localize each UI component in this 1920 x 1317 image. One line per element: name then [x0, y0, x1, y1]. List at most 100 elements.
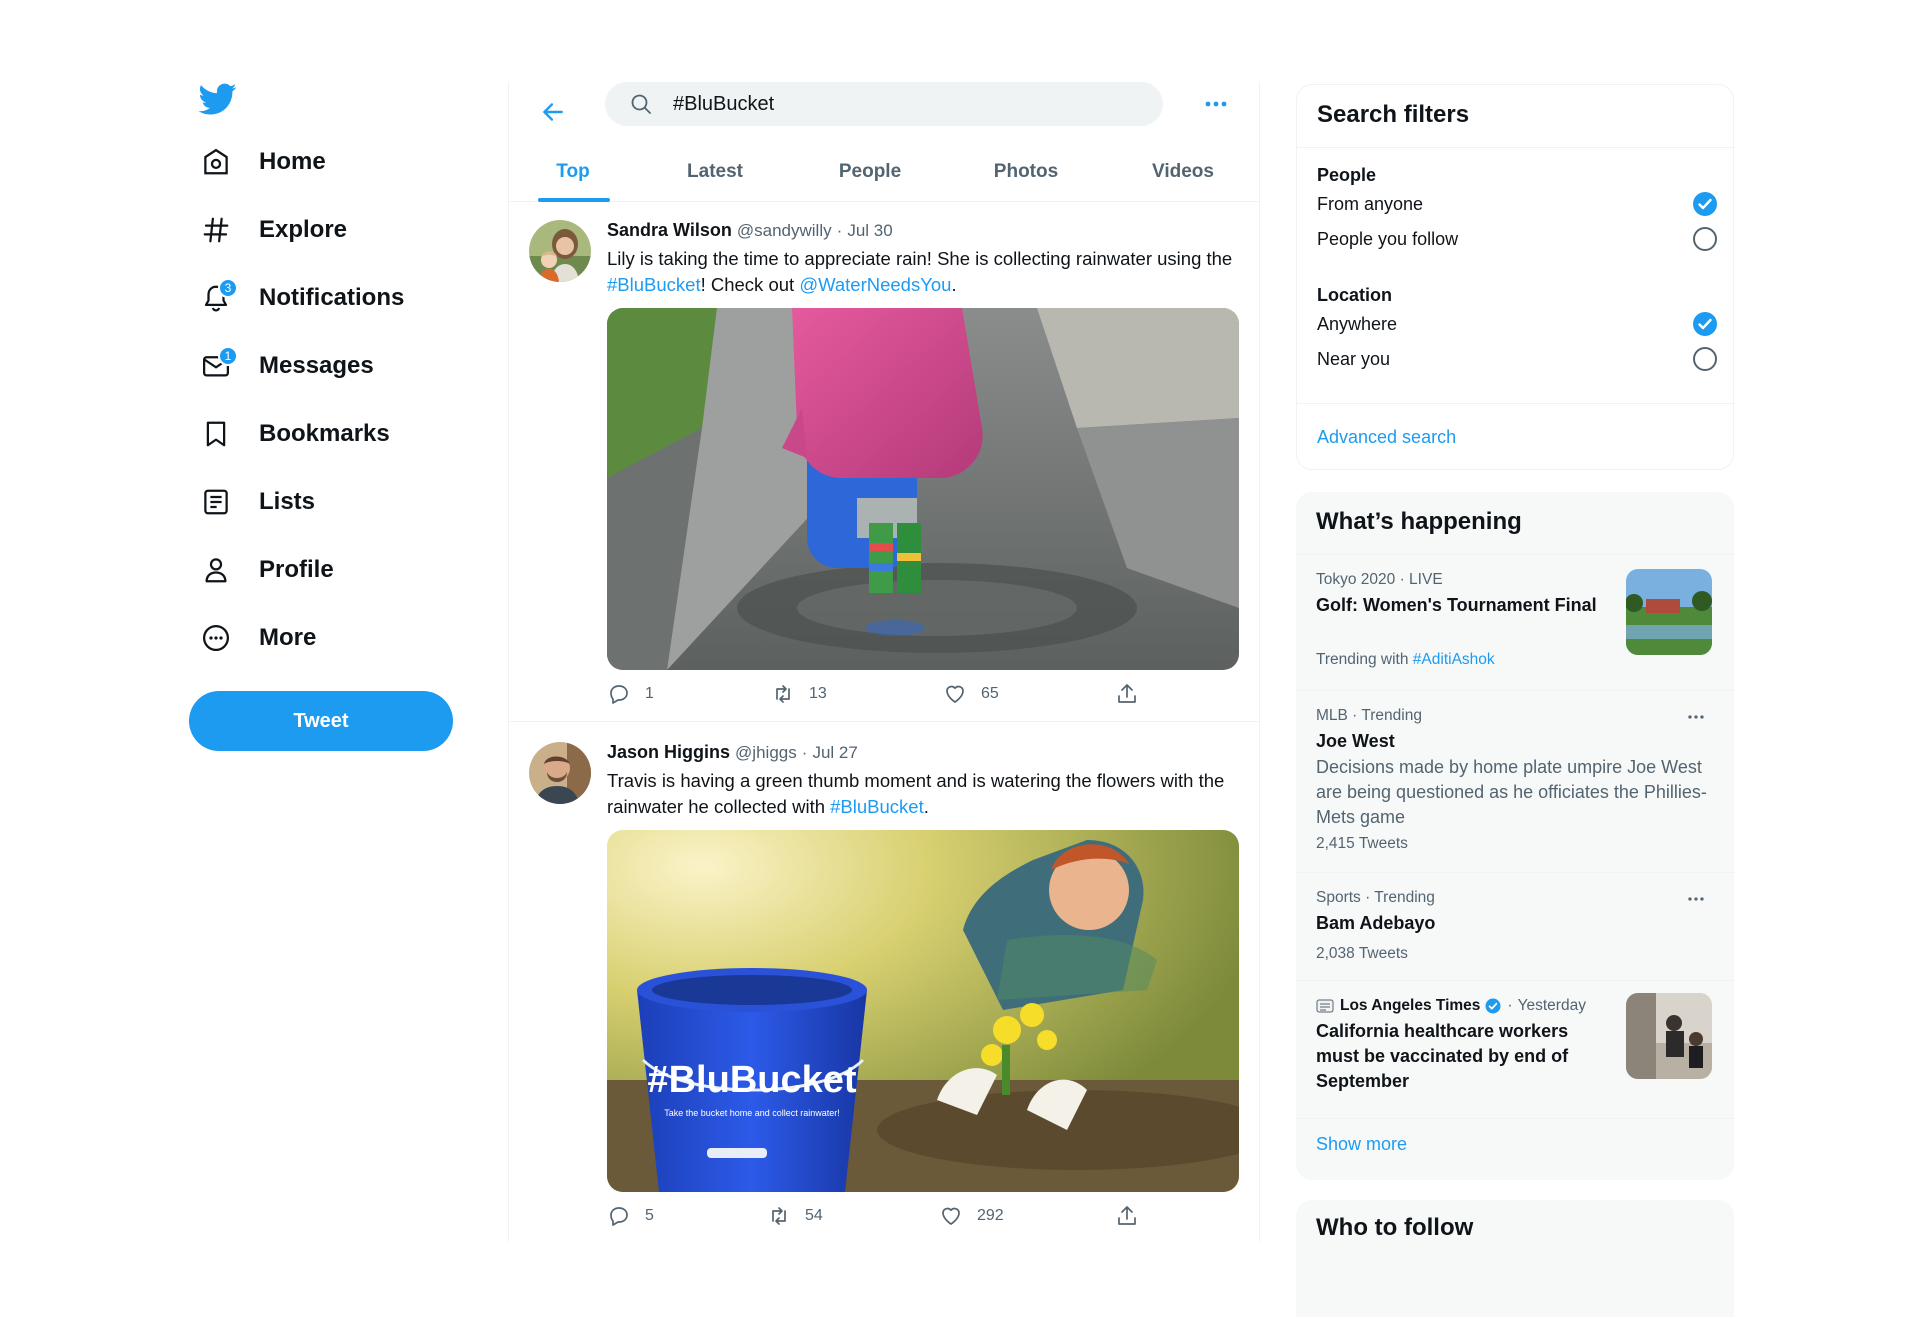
tweet-author-name[interactable]: Sandra Wilson	[607, 220, 732, 240]
trend-title: Bam Adebayo	[1316, 913, 1436, 933]
retweet-button[interactable]: 54	[767, 1202, 823, 1230]
nav-item-messages[interactable]: 1 Messages	[200, 336, 374, 396]
tweet-author-handle[interactable]: @sandywilly	[737, 221, 832, 240]
like-count: 292	[977, 1207, 1004, 1224]
more-circle-icon	[200, 622, 232, 654]
radio-unchecked-icon[interactable]	[1693, 227, 1717, 251]
nav-item-notifications[interactable]: 3 Notifications	[200, 268, 404, 328]
avatar[interactable]	[529, 220, 591, 282]
share-icon	[1118, 684, 1136, 703]
trend-item[interactable]: Tokyo 2020 · LIVE Golf: Women's Tourname…	[1296, 555, 1734, 691]
tweet-card[interactable]: Sandra Wilson @sandywilly · Jul 30 Lily …	[509, 202, 1259, 722]
share-icon	[1118, 1206, 1136, 1225]
hashtag-link[interactable]: #BluBucket	[830, 796, 924, 817]
search-tabs: Top Latest People Photos Videos	[509, 142, 1259, 202]
nav-item-more[interactable]: More	[200, 608, 316, 668]
tweet-text: Travis is having a green thumb moment an…	[607, 768, 1237, 820]
tweet-text-part: ! Check out	[700, 274, 800, 295]
search-bar[interactable]	[605, 82, 1163, 126]
avatar[interactable]	[529, 742, 591, 804]
hashtag-link[interactable]: #BluBucket	[607, 274, 701, 295]
radio-unchecked-icon[interactable]	[1693, 347, 1717, 371]
like-button[interactable]: 65	[943, 680, 999, 708]
filter-option-anywhere[interactable]: Anywhere	[1317, 309, 1717, 339]
mention-link[interactable]: @WaterNeedsYou	[799, 274, 951, 295]
trend-thumbnail[interactable]	[1626, 569, 1712, 655]
trend-hashtag-link[interactable]: #AditiAshok	[1413, 651, 1495, 668]
search-icon	[631, 94, 651, 114]
tweet-author-name[interactable]: Jason Higgins	[607, 742, 730, 762]
nav-item-lists[interactable]: Lists	[200, 472, 315, 532]
divider	[1297, 147, 1733, 148]
tab-latest[interactable]: Latest	[637, 142, 793, 202]
nav-item-home[interactable]: Home	[200, 132, 326, 192]
more-options-icon[interactable]	[1199, 92, 1233, 116]
radio-checked-icon[interactable]	[1693, 312, 1717, 336]
like-count: 65	[981, 685, 999, 702]
tweet-actions: 5 54 292	[607, 1202, 1147, 1230]
tweet-text-part: .	[923, 796, 929, 817]
trend-title: Golf: Women's Tournament Final	[1316, 595, 1597, 615]
who-to-follow-panel: Who to follow	[1296, 1200, 1734, 1317]
tweet-date[interactable]: Jul 30	[847, 221, 892, 240]
tweet-author-handle[interactable]: @jhiggs	[735, 743, 797, 762]
filter-option-people-you-follow[interactable]: People you follow	[1317, 224, 1717, 254]
nav-item-explore[interactable]: Explore	[200, 200, 347, 260]
more-options-icon[interactable]	[1684, 887, 1708, 911]
advanced-search-link[interactable]: Advanced search	[1317, 427, 1456, 448]
filter-section-people: People	[1317, 165, 1377, 185]
news-source-row: Los Angeles Times · Yesterday	[1316, 997, 1586, 1015]
news-item[interactable]: Los Angeles Times · Yesterday California…	[1296, 981, 1734, 1119]
tweet-photo[interactable]: #BluBucket Take the bucket home and coll…	[607, 830, 1239, 1192]
share-button[interactable]	[1115, 1202, 1139, 1230]
tab-photos[interactable]: Photos	[947, 142, 1105, 202]
heart-icon	[942, 1207, 960, 1225]
share-button[interactable]	[1115, 680, 1139, 708]
tweet-date[interactable]: Jul 27	[812, 743, 857, 762]
bookmark-icon	[200, 418, 232, 450]
tweet-text-part: .	[951, 274, 957, 295]
tweet-card[interactable]: Jason Higgins @jhiggs · Jul 27 Travis is…	[509, 722, 1259, 1242]
reply-button[interactable]: 1	[607, 680, 654, 708]
more-options-icon[interactable]	[1684, 705, 1708, 729]
newspaper-icon	[1316, 998, 1334, 1014]
retweet-button[interactable]: 13	[771, 680, 827, 708]
tweet-button[interactable]: Tweet	[189, 691, 453, 751]
person-icon	[200, 554, 232, 586]
search-input[interactable]	[673, 92, 1133, 116]
trend-item[interactable]: Sports · Trending Bam Adebayo 2,038 Twee…	[1296, 873, 1734, 981]
nav-item-profile[interactable]: Profile	[200, 540, 334, 600]
nav-label-bookmarks: Bookmarks	[259, 420, 390, 447]
news-source: Los Angeles Times	[1340, 997, 1481, 1014]
filter-option-near-you[interactable]: Near you	[1317, 344, 1717, 374]
back-arrow-icon[interactable]	[533, 92, 573, 132]
reply-button[interactable]: 5	[607, 1202, 654, 1230]
tab-people[interactable]: People	[793, 142, 947, 202]
retweet-icon	[772, 1207, 786, 1225]
retweet-count: 54	[805, 1207, 823, 1224]
tab-top[interactable]: Top	[509, 142, 637, 202]
list-icon	[200, 486, 232, 518]
bell-icon: 3	[200, 278, 238, 314]
trend-tweet-count: 2,415 Tweets	[1316, 835, 1408, 852]
trend-item[interactable]: MLB · Trending Joe West Decisions made b…	[1296, 691, 1734, 873]
whats-happening-panel: What’s happening Tokyo 2020 · LIVE Golf:…	[1296, 492, 1734, 1180]
filter-option-from-anyone[interactable]: From anyone	[1317, 189, 1717, 219]
tweet-photo[interactable]	[607, 308, 1239, 670]
timeline-column: Top Latest People Photos Videos Sandra W…	[508, 82, 1260, 1242]
show-more-link[interactable]: Show more	[1316, 1134, 1407, 1155]
like-button[interactable]: 292	[939, 1202, 1004, 1230]
nav-label-notifications: Notifications	[259, 284, 405, 311]
news-thumbnail[interactable]	[1626, 993, 1712, 1079]
trend-meta: MLB · Trending	[1316, 707, 1422, 724]
tab-videos[interactable]: Videos	[1105, 142, 1259, 202]
nav-item-bookmarks[interactable]: Bookmarks	[200, 404, 390, 464]
trend-meta: Tokyo 2020 · LIVE	[1316, 571, 1443, 588]
twitter-logo-icon[interactable]	[196, 80, 240, 118]
radio-checked-icon[interactable]	[1693, 192, 1717, 216]
whats-happening-title: What’s happening	[1316, 508, 1522, 535]
tweet-header: Sandra Wilson @sandywilly · Jul 30	[607, 220, 893, 241]
filter-option-label: From anyone	[1317, 193, 1424, 214]
separator-dot: ·	[836, 221, 843, 240]
trend-title: Joe West	[1316, 731, 1395, 751]
